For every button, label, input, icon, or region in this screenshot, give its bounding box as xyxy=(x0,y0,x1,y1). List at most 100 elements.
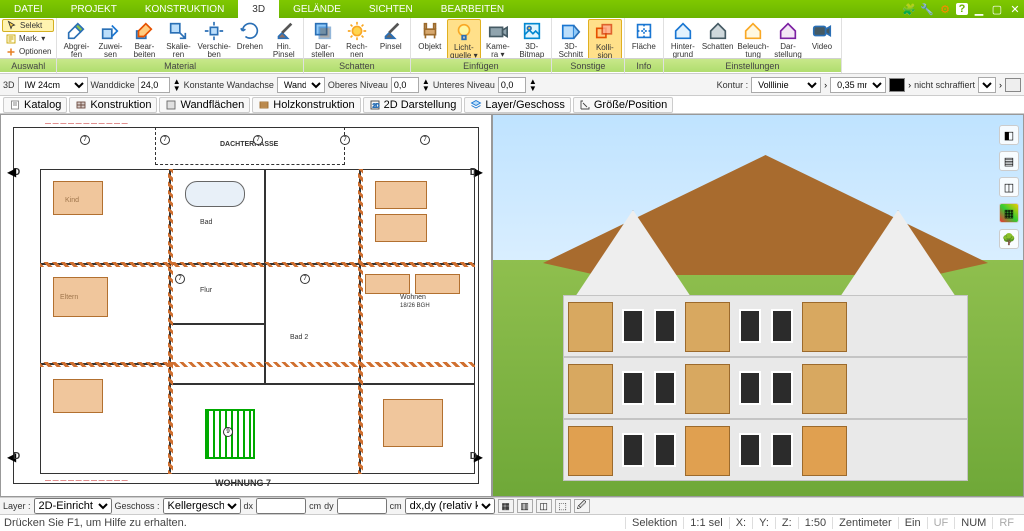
geschoss-select[interactable]: Kellergesch xyxy=(163,498,241,514)
subtab-katalog[interactable]: Katalog xyxy=(3,97,67,113)
coord-icon-2[interactable]: ▥ xyxy=(517,499,533,513)
layers-icon xyxy=(470,99,482,111)
unteres-stepper[interactable]: ▲▼ xyxy=(529,78,537,92)
prop-3d-label: 3D xyxy=(3,80,15,90)
menu-3d[interactable]: 3D xyxy=(238,0,279,18)
menu-sichten[interactable]: SICHTEN xyxy=(355,0,427,18)
layer-select[interactable]: 2D-Einricht xyxy=(34,498,112,514)
abgreifen-button[interactable]: Abgrei- fen xyxy=(59,19,93,60)
dx-input[interactable] xyxy=(256,498,306,514)
kamera-button[interactable]: Kame- ra ▾ xyxy=(481,19,515,60)
mark-button[interactable]: Mark. ▾ xyxy=(2,32,54,45)
subtab-bar: Katalog KonstruktionWandflächenHolzkonstr… xyxy=(0,96,1024,114)
hatch-color-swatch[interactable] xyxy=(1005,78,1021,92)
title-icon-2[interactable]: 🔧 xyxy=(920,2,934,16)
ribbon-group-auswahl: SelektMark. ▾OptionenAuswahl xyxy=(0,18,57,73)
3d-view-pane[interactable]: ◧ ▤ ◫ ▦ 🌳 xyxy=(492,114,1024,497)
coord-mode-select[interactable]: dx,dy (relativ ka xyxy=(405,498,495,514)
verschieben-button[interactable]: Verschie- ben xyxy=(195,19,232,60)
dachterrasse-label: DACHTERRASSE xyxy=(220,141,278,148)
menu-bearbeiten[interactable]: BEARBEITEN xyxy=(427,0,518,18)
subtab-holzkonstruktion[interactable]: Holzkonstruktion xyxy=(252,97,360,113)
window-maximize-icon[interactable]: ▢ xyxy=(990,2,1004,16)
window-minimize-icon[interactable]: ▁ xyxy=(972,2,986,16)
3dschnitt-button[interactable]: 3D- Schnitt xyxy=(554,19,588,60)
3dbitmap-button[interactable]: 3D- Bitmap xyxy=(515,19,549,60)
chevron-right-icon[interactable]: › xyxy=(824,80,827,90)
sidetool-colors-icon[interactable]: ▦ xyxy=(999,203,1019,223)
cut-icon xyxy=(560,20,582,42)
coord-icon-3[interactable]: ◫ xyxy=(536,499,552,513)
pinsel-button[interactable]: Pinsel xyxy=(374,19,408,52)
sidetool-tree-icon[interactable]: 🌳 xyxy=(999,229,1019,249)
title-icon-3[interactable]: ⚙ xyxy=(938,2,952,16)
kollision-button[interactable]: Kolli- sion xyxy=(588,19,622,62)
konst-select[interactable]: Wanda xyxy=(277,77,325,93)
menu-gelaende[interactable]: GELÄNDE xyxy=(279,0,355,18)
darstellen-button[interactable]: Dar- stellen xyxy=(306,19,340,60)
house4-icon xyxy=(777,20,799,42)
lichtquelle-button[interactable]: Licht- quelle ▾ xyxy=(447,19,481,62)
coord-icon-4[interactable]: ⬚ xyxy=(555,499,571,513)
selekt-button[interactable]: Selekt xyxy=(2,19,54,32)
flche-button[interactable]: Fläche xyxy=(627,19,661,52)
window-close-icon[interactable]: ✕ xyxy=(1008,2,1022,16)
sidetool-style-icon[interactable]: ▤ xyxy=(999,151,1019,171)
rechnen-button[interactable]: Rech- nen xyxy=(340,19,374,60)
subtab-label: Katalog xyxy=(24,99,61,111)
coord-icon-5[interactable]: 🖉 xyxy=(574,499,590,513)
subtab-greposition[interactable]: Größe/Position xyxy=(573,97,673,113)
wanddicke-stepper[interactable]: ▲▼ xyxy=(173,78,181,92)
collision-icon xyxy=(594,21,616,43)
zuweisen-button[interactable]: Zuwei- sen xyxy=(93,19,127,60)
beleuchtung-button[interactable]: Beleuch- tung xyxy=(735,19,771,60)
schatten-button[interactable]: Schatten xyxy=(700,19,736,52)
camera-icon xyxy=(487,20,509,42)
kontur-size-select[interactable]: 0,35 mm xyxy=(830,77,886,93)
skalieren-button[interactable]: Skalie- ren xyxy=(161,19,195,60)
status-bar: Drücken Sie F1, um Hilfe zu erhalten. Se… xyxy=(0,515,1024,531)
coord-icon-1[interactable]: ▦ xyxy=(498,499,514,513)
oberes-input[interactable] xyxy=(391,77,419,93)
subtab-2ddarstellung[interactable]: 2D2D Darstellung xyxy=(363,97,463,113)
hintergrund-button[interactable]: Hinter- grund xyxy=(666,19,700,60)
chevron-right-icon-3[interactable]: › xyxy=(999,80,1002,90)
title-icon-1[interactable]: 🧩 xyxy=(902,2,916,16)
hinpinsel-button[interactable]: Hin. Pinsel xyxy=(267,19,301,60)
kontur-style-select[interactable]: Volllinie xyxy=(751,77,821,93)
menu-datei[interactable]: DATEI xyxy=(0,0,57,18)
hatch-select[interactable] xyxy=(978,77,996,93)
sidetool-layers-icon[interactable]: ◧ xyxy=(999,125,1019,145)
ribbon-group-einfügen: ObjektLicht- quelle ▾Kame- ra ▾3D- Bitma… xyxy=(411,18,552,73)
video-button[interactable]: Video xyxy=(805,19,839,52)
floorplan-pane[interactable]: DACHTERRASSE D D ◀ ▶ Kind Eltern Bad Flu… xyxy=(0,114,492,497)
house2-icon xyxy=(707,20,729,42)
dy-input[interactable] xyxy=(337,498,387,514)
menu-konstruktion[interactable]: KONSTRUKTION xyxy=(131,0,238,18)
ribbon-group-material: Abgrei- fenZuwei- senBear- beitenSkalie-… xyxy=(57,18,303,73)
darstellung-button[interactable]: Dar- stellung xyxy=(771,19,805,60)
chevron-right-icon-2[interactable]: › xyxy=(908,80,911,90)
shadow-icon xyxy=(312,20,334,42)
wood-icon xyxy=(258,99,270,111)
hatch-label: nicht schraffiert xyxy=(914,80,975,90)
oberes-stepper[interactable]: ▲▼ xyxy=(422,78,430,92)
drehen-button[interactable]: Drehen xyxy=(233,19,267,52)
bearbeiten-button[interactable]: Bear- beiten xyxy=(127,19,161,60)
help-icon[interactable]: ? xyxy=(956,3,968,15)
group-label: Schatten xyxy=(304,58,410,72)
unteres-input[interactable] xyxy=(498,77,526,93)
d2-icon: 2D xyxy=(369,99,381,111)
status-unit: Zentimeter xyxy=(832,517,898,529)
subtab-wandflchen[interactable]: Wandflächen xyxy=(159,97,250,113)
sidetool-view-icon[interactable]: ◫ xyxy=(999,177,1019,197)
view3d-side-toolbar: ◧ ▤ ◫ ▦ 🌳 xyxy=(999,125,1019,249)
menu-projekt[interactable]: PROJEKT xyxy=(57,0,131,18)
subtab-layergeschoss[interactable]: Layer/Geschoss xyxy=(464,97,570,113)
kontur-color-swatch[interactable] xyxy=(889,78,905,92)
wanddicke-input[interactable] xyxy=(138,77,170,93)
optionen-button[interactable]: Optionen xyxy=(2,45,54,58)
subtab-konstruktion[interactable]: Konstruktion xyxy=(69,97,157,113)
wall-type-select[interactable]: IW 24cm xyxy=(18,77,88,93)
objekt-button[interactable]: Objekt xyxy=(413,19,447,52)
